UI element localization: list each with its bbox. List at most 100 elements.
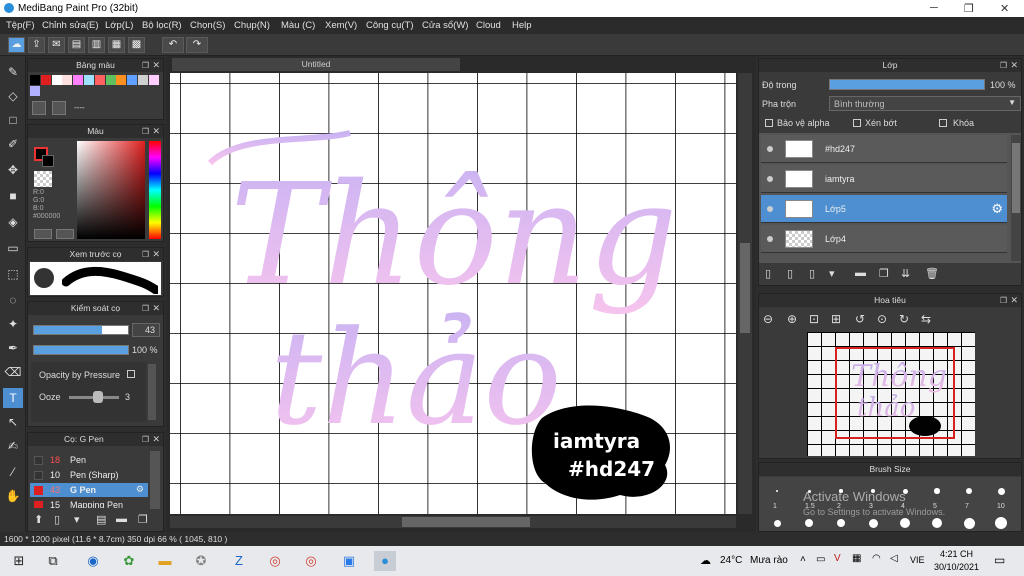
bucket-tool-icon[interactable]: ◈: [3, 212, 23, 232]
duplicate-layer-icon[interactable]: ❐: [879, 267, 889, 280]
drawing-canvas[interactable]: Thông thảo iamtyra #hd247: [170, 73, 736, 514]
brush-size-grid[interactable]: 1 1.5 2 3 4 5 7 10: [759, 477, 1021, 531]
undock-icon[interactable]: ❐: [142, 302, 149, 315]
brush-size-dot[interactable]: [868, 518, 878, 528]
color-swatch[interactable]: [51, 75, 62, 85]
medibang-taskbar-icon[interactable]: ●: [374, 551, 396, 571]
flip-icon[interactable]: ⇆: [921, 312, 931, 326]
lock-checkbox[interactable]: [939, 119, 947, 127]
weather-icon[interactable]: ☁: [700, 554, 711, 567]
color-swatches[interactable]: [30, 75, 160, 99]
redo-icon[interactable]: ↷: [186, 37, 208, 53]
actual-size-icon[interactable]: ⊞: [831, 312, 841, 326]
color-swatch[interactable]: [116, 75, 127, 85]
hue-slider[interactable]: [149, 141, 161, 239]
menu-help[interactable]: Help: [512, 20, 532, 31]
close-icon[interactable]: ✕: [152, 248, 160, 261]
task-view-icon[interactable]: ⧉: [42, 551, 64, 571]
layer-row[interactable]: #hd247: [761, 135, 1007, 163]
pen-tool-icon[interactable]: ✐: [3, 134, 23, 154]
close-icon[interactable]: ✕: [152, 302, 160, 315]
clock-time[interactable]: 4:21 CH: [940, 549, 973, 559]
gear-icon[interactable]: ⚙: [136, 484, 144, 495]
color-swatch[interactable]: [138, 75, 148, 85]
color-swatch[interactable]: [105, 75, 116, 85]
color-swatch[interactable]: [30, 86, 40, 96]
edge-icon[interactable]: ◉: [82, 551, 104, 571]
brush-item-selected[interactable]: 43 G Pen ⚙: [30, 483, 148, 497]
eraser-tool-icon[interactable]: ◇: [3, 86, 23, 106]
brush-size-dot[interactable]: [997, 487, 1005, 495]
file-explorer-icon[interactable]: ▬: [154, 551, 176, 571]
fit-icon[interactable]: ⊡: [809, 312, 819, 326]
brush-size-slider[interactable]: [33, 325, 129, 335]
menu-edit[interactable]: Chỉnh sửa(E): [42, 20, 99, 31]
brush-opacity-slider[interactable]: [33, 345, 129, 355]
merge-layer-icon[interactable]: ⇊: [901, 267, 910, 280]
gradient-tool-icon[interactable]: ▭: [3, 238, 23, 258]
folder-icon[interactable]: ▬: [855, 267, 866, 279]
minimize-icon[interactable]: ─: [930, 2, 938, 14]
new-brush-icon[interactable]: ▯: [54, 513, 60, 526]
layer-scroll-thumb[interactable]: [1012, 143, 1020, 213]
cloud-icon[interactable]: ☁: [8, 37, 25, 53]
brush-size-dot[interactable]: [805, 519, 813, 527]
menu-file[interactable]: Tệp(F): [6, 20, 35, 31]
canvas-horizontal-scrollbar[interactable]: [170, 516, 736, 528]
color-mode-button[interactable]: [34, 229, 52, 239]
saturation-value-picker[interactable]: [77, 141, 145, 239]
clock-date[interactable]: 30/10/2021: [934, 562, 979, 572]
tray-app-icon[interactable]: V: [834, 553, 841, 564]
brush-size-dot[interactable]: [773, 519, 781, 527]
windows-start-icon[interactable]: ⊞: [8, 551, 30, 571]
close-icon[interactable]: ✕: [1010, 59, 1018, 72]
brush-settings-icon[interactable]: ▤: [96, 513, 106, 526]
layer-row[interactable]: iamtyra: [761, 165, 1007, 193]
menu-select[interactable]: Chọn(S): [190, 20, 225, 31]
color-swatch[interactable]: [30, 75, 40, 85]
eye-icon[interactable]: [767, 206, 773, 212]
navigator-viewport[interactable]: [835, 347, 955, 439]
select-pen-icon[interactable]: ✒: [3, 338, 23, 358]
rotate-right-icon[interactable]: ↻: [899, 312, 909, 326]
language-indicator[interactable]: VIE: [910, 555, 925, 565]
brush-copy-icon[interactable]: ❐: [138, 513, 148, 526]
menu-color[interactable]: Màu (C): [281, 20, 315, 31]
brush-item[interactable]: 15 Mapping Pen: [30, 498, 148, 508]
eye-icon[interactable]: [767, 236, 773, 242]
weather-temp[interactable]: 24°C: [720, 555, 742, 566]
magic-wand-icon[interactable]: ✦: [3, 314, 23, 334]
select-tool-icon[interactable]: ⬚: [3, 264, 23, 284]
wifi-icon[interactable]: ◠: [872, 553, 881, 564]
tray-icon[interactable]: ▭: [816, 554, 825, 565]
maximize-icon[interactable]: ❐: [964, 2, 974, 15]
share-icon[interactable]: ⇪: [28, 37, 45, 53]
brush-tool-icon[interactable]: ✎: [3, 62, 23, 82]
menu-window[interactable]: Cửa sổ(W): [422, 20, 468, 31]
new-halftone-layer-icon[interactable]: ▯: [787, 267, 793, 280]
app-icon[interactable]: ✪: [190, 551, 212, 571]
opacity-by-pressure-checkbox[interactable]: [127, 370, 135, 378]
grid-icon[interactable]: ▩: [128, 37, 145, 53]
horizontal-scroll-thumb[interactable]: [402, 517, 530, 527]
brush-size-dot[interactable]: [995, 517, 1007, 529]
delete-palette-icon[interactable]: [52, 101, 66, 115]
color-option-button[interactable]: [56, 229, 74, 239]
layer-row-selected[interactable]: Lớp5 ⚙: [761, 195, 1007, 223]
weather-text[interactable]: Mưa rào: [750, 555, 788, 566]
blend-mode-select[interactable]: Bình thường ▼: [829, 96, 1021, 111]
transparent-color-swatch[interactable]: [34, 171, 52, 187]
brush-item[interactable]: 10 Pen (Sharp): [30, 468, 148, 482]
hand-tool-icon[interactable]: ✋: [3, 486, 23, 506]
undock-icon[interactable]: ❐: [142, 125, 149, 138]
layer-row[interactable]: Lớp4: [761, 225, 1007, 253]
eye-icon[interactable]: [767, 176, 773, 182]
brush-settings-scrollbar[interactable]: [148, 364, 156, 420]
text-tool-icon[interactable]: T: [3, 388, 23, 408]
ooze-slider-handle[interactable]: [93, 391, 103, 403]
close-icon[interactable]: ✕: [152, 125, 160, 138]
rotate-reset-icon[interactable]: ⊙: [877, 312, 887, 326]
brush-folder-icon[interactable]: ▬: [116, 513, 127, 525]
new-palette-icon[interactable]: [32, 101, 46, 115]
close-icon[interactable]: ✕: [1010, 294, 1018, 307]
